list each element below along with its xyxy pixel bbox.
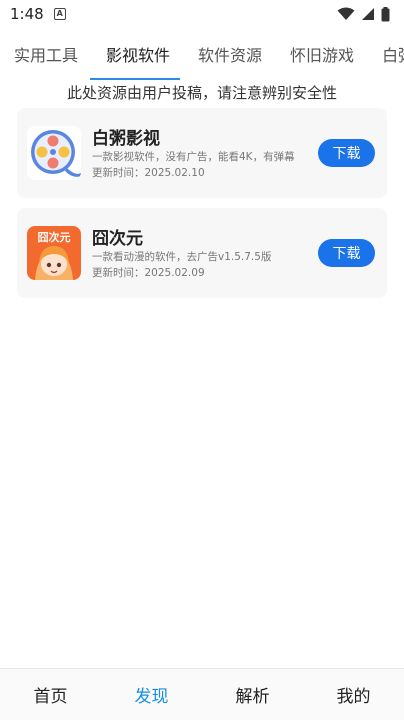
- anime-app-icon: 囧次元: [27, 226, 81, 280]
- app-icon-text: 囧次元: [37, 231, 71, 244]
- nav-mine[interactable]: 我的: [303, 682, 404, 707]
- battery-icon: [381, 6, 390, 21]
- category-tabs: 实用工具 影视软件 软件资源 怀旧游戏 白粥: [0, 32, 404, 80]
- app-card-baizhou[interactable]: 白粥影视 一款影视软件，没有广告，能看4K，有弹幕 更新时间：2025.02.1…: [17, 108, 387, 198]
- signal-icon: [362, 8, 374, 20]
- tab-software-resources[interactable]: 软件资源: [184, 34, 276, 78]
- tab-video-apps[interactable]: 影视软件: [92, 34, 184, 78]
- app-card-jiongciyuan[interactable]: 囧次元 囧次元 一款看动漫的软件，去广告v1.5.7.5版 更新时间：2025.…: [17, 208, 387, 298]
- status-time: 1:48: [10, 5, 44, 23]
- safety-notice: 此处资源由用户投稿，请注意辨别安全性: [66, 84, 337, 102]
- tab-baizhou[interactable]: 白粥: [368, 34, 404, 78]
- film-reel-icon: [27, 126, 81, 180]
- app-description: 一款影视软件，没有广告，能看4K，有弹幕: [92, 151, 295, 163]
- app-description: 一款看动漫的软件，去广告v1.5.7.5版: [92, 251, 272, 263]
- bottom-navigation: 首页 发现 解析 我的: [0, 668, 404, 720]
- status-bar: 1:48 A: [0, 0, 404, 28]
- app-update-time: 更新时间：2025.02.09: [92, 267, 205, 279]
- wifi-icon: [337, 7, 355, 20]
- app-name: 囧次元: [92, 229, 143, 249]
- download-button[interactable]: 下载: [318, 239, 375, 267]
- nav-discover[interactable]: 发现: [101, 682, 202, 707]
- notification-icon: A: [53, 8, 66, 20]
- nav-home[interactable]: 首页: [0, 682, 101, 707]
- download-button[interactable]: 下载: [318, 139, 375, 167]
- nav-parse[interactable]: 解析: [202, 682, 303, 707]
- app-name: 白粥影视: [92, 129, 160, 149]
- active-tab-indicator: [90, 78, 180, 80]
- tab-tools[interactable]: 实用工具: [0, 34, 92, 78]
- app-update-time: 更新时间：2025.02.10: [92, 167, 205, 179]
- status-icons: [337, 6, 390, 22]
- tab-retro-games[interactable]: 怀旧游戏: [276, 34, 368, 78]
